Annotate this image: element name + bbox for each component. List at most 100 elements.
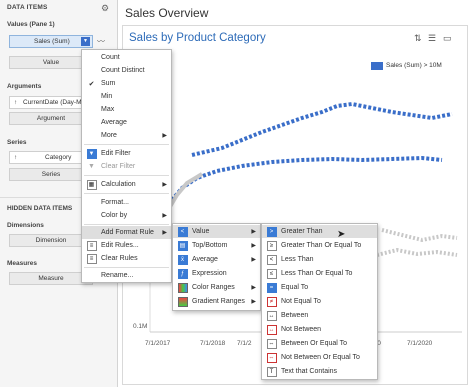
condition-between-or-equal[interactable]: ⇔ Between Or Equal To [262, 337, 377, 350]
menu-item-edit-rules[interactable]: ≡ Edit Rules... [82, 239, 171, 252]
submenu-arrow-icon: ▶ [251, 257, 256, 263]
greater-or-equal-icon: ≥ [266, 240, 277, 251]
values-section-title: Values (Pane 1) [7, 21, 55, 28]
condition-not-between[interactable]: ↔ Not Between [262, 323, 377, 336]
arguments-section-title: Arguments [7, 83, 42, 90]
submenu-arrow-icon: ▶ [251, 299, 256, 305]
measures-section-title: Measures [7, 260, 37, 267]
condition-greater-than[interactable]: > Greater Than [262, 225, 377, 238]
mouse-cursor-icon: ➤ [337, 229, 346, 240]
x-tick-2: 7/1/2 [237, 340, 252, 347]
not-between-icon: ↔ [266, 324, 277, 335]
x-tick-4: 7/1/2020 [407, 340, 433, 347]
submenu-item-top-bottom[interactable]: ▤ Top/Bottom ▶ [173, 239, 260, 252]
checkmark-icon: ✔ [88, 80, 95, 88]
format-rule-submenu: < Value ▶ ▤ Top/Bottom ▶ x̄ Average ▶ ƒ Express… [172, 223, 261, 311]
menu-item-count-distinct[interactable]: Count Distinct [82, 64, 171, 77]
menu-item-edit-filter[interactable]: ▼ Edit Filter [82, 147, 171, 160]
drill-up-icon[interactable]: ⇅ [414, 33, 422, 44]
export-icon[interactable]: ▭ [443, 33, 452, 44]
filter-edit-icon: ▼ [86, 148, 97, 159]
not-between-or-equal-icon: ⇔ [266, 352, 277, 363]
submenu-item-average[interactable]: x̄ Average ▶ [173, 253, 260, 266]
greater-than-icon: > [266, 226, 277, 237]
filter-clear-icon: ▼ [88, 163, 95, 170]
context-menu: Count Count Distinct ✔ Sum Min Max Averag… [81, 49, 172, 283]
condition-not-equal-to[interactable]: ≠ Not Equal To [262, 295, 377, 308]
submenu-arrow-icon: ▶ [251, 285, 256, 291]
menu-item-calculation[interactable]: ▦ Calculation ▶ [82, 178, 171, 191]
series-line-gray-4 [376, 247, 458, 257]
menu-item-count[interactable]: Count [82, 51, 171, 64]
menu-separator [84, 193, 169, 194]
y-axis-label: 0.1M [133, 323, 148, 330]
menu-item-clear-filter[interactable]: ▼ Clear Filter [82, 160, 171, 173]
hidden-items-title: HIDDEN DATA ITEMS [7, 205, 73, 212]
menu-item-min[interactable]: Min [82, 90, 171, 103]
gradient-ranges-icon [177, 296, 188, 307]
edit-rules-icon: ≡ [86, 240, 97, 251]
x-tick-0: 7/1/2017 [145, 340, 171, 347]
series-line-lower [170, 155, 443, 202]
chart-options-icon[interactable]: ⚙ [101, 3, 109, 14]
submenu-arrow-icon: ▶ [162, 213, 167, 219]
between-or-equal-icon: ⇔ [266, 338, 277, 349]
menu-separator [84, 144, 169, 145]
menu-item-average[interactable]: Average [82, 116, 171, 129]
top-bottom-icon: ▤ [177, 240, 188, 251]
menu-item-format[interactable]: Format... [82, 196, 171, 209]
condition-between[interactable]: ↔ Between [262, 309, 377, 322]
data-items-title: DATA ITEMS [7, 4, 48, 11]
average-rule-icon: x̄ [177, 254, 188, 265]
chart-title: Sales by Product Category [129, 32, 266, 44]
less-than-icon: < [266, 254, 277, 265]
menu-item-rename[interactable]: Rename... [82, 269, 171, 282]
equal-icon: = [266, 282, 277, 293]
not-equal-icon: ≠ [266, 296, 277, 307]
condition-greater-than-or-equal[interactable]: ≥ Greater Than Or Equal To [262, 239, 377, 252]
menu-item-more[interactable]: More ▶ [82, 129, 171, 142]
submenu-item-expression[interactable]: ƒ Expression [173, 267, 260, 280]
condition-text-contains[interactable]: T Text that Contains [262, 365, 377, 378]
submenu-item-value[interactable]: < Value ▶ [173, 225, 260, 238]
menu-item-clear-rules[interactable]: ≡ Clear Rules [82, 252, 171, 265]
sort-icon: ↑ [14, 154, 17, 161]
menu-item-add-format-rule[interactable]: Add Format Rule ▶ [82, 226, 171, 239]
x-tick-1: 7/1/2018 [200, 340, 226, 347]
clear-rules-icon: ≡ [86, 253, 97, 264]
between-icon: ↔ [266, 310, 277, 321]
values-pill[interactable]: Sales (Sum) ▼ [9, 35, 93, 48]
filter-icon[interactable]: ☰ [428, 33, 436, 44]
submenu-arrow-icon: ▶ [162, 133, 167, 139]
dimensions-section-title: Dimensions [7, 222, 44, 229]
calculator-icon: ▦ [86, 179, 97, 190]
condition-less-than-or-equal[interactable]: ≤ Less Than Or Equal To [262, 267, 377, 280]
condition-equal-to[interactable]: = Equal To [262, 281, 377, 294]
menu-item-max[interactable]: Max [82, 103, 171, 116]
series-line-upper [191, 101, 453, 157]
menu-separator [84, 175, 169, 176]
text-contains-icon: T [266, 366, 277, 377]
legend-swatch [371, 62, 383, 70]
values-pill-label: Sales (Sum) [34, 38, 70, 45]
series-section-title: Series [7, 139, 27, 146]
condition-not-between-or-equal[interactable]: ⇔ Not Between Or Equal To [262, 351, 377, 364]
menu-item-color-by[interactable]: Color by ▶ [82, 209, 171, 222]
expression-icon: ƒ [177, 268, 188, 279]
submenu-item-gradient-ranges[interactable]: Gradient Ranges ▶ [173, 295, 260, 308]
legend-label: Sales (Sum) > 10M [386, 62, 442, 69]
submenu-arrow-icon: ▶ [251, 229, 256, 235]
menu-separator [84, 224, 169, 225]
submenu-arrow-icon: ▶ [162, 182, 167, 188]
dropdown-arrow-icon[interactable]: ▼ [81, 37, 90, 46]
value-condition-submenu: > Greater Than ≥ Greater Than Or Equal To … [261, 223, 378, 380]
sort-icon: ↑ [14, 99, 17, 106]
submenu-item-color-ranges[interactable]: Color Ranges ▶ [173, 281, 260, 294]
less-or-equal-icon: ≤ [266, 268, 277, 279]
condition-less-than[interactable]: < Less Than [262, 253, 377, 266]
chart-type-icon[interactable]: 〰 [97, 36, 105, 47]
value-rule-icon: < [177, 226, 188, 237]
menu-item-sum[interactable]: ✔ Sum [82, 77, 171, 90]
submenu-arrow-icon: ▶ [162, 230, 167, 236]
menu-separator [84, 267, 169, 268]
